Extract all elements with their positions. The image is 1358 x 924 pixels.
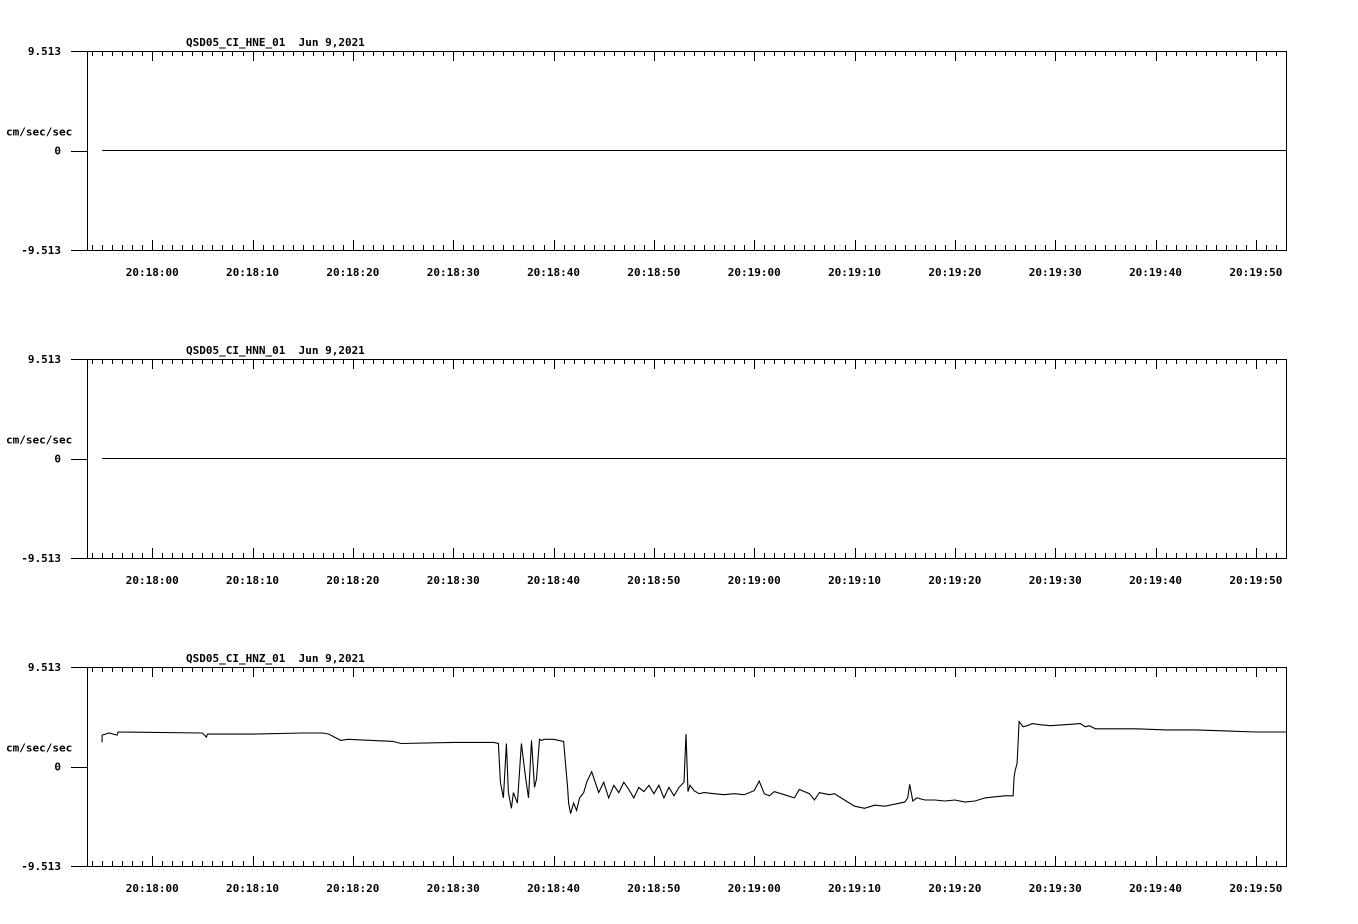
x-tick-label: 20:19:30 xyxy=(1029,882,1082,895)
x-tick-label: 20:18:00 xyxy=(126,882,179,895)
panel-title: QSD05_CI_HNN_01 Jun 9,2021 xyxy=(186,344,365,357)
seismogram-figure: QSD05_CI_HNE_01 Jun 9,2021 cm/sec/sec 9.51… xyxy=(6,36,1287,895)
x-tick-label: 20:18:10 xyxy=(226,266,279,279)
y-axis-unit-label: cm/sec/sec xyxy=(6,434,72,447)
y-tick-label: -9.513 xyxy=(21,244,61,257)
x-tick-label: 20:19:50 xyxy=(1229,266,1282,279)
x-tick-label: 20:19:10 xyxy=(828,574,881,587)
x-tick-label: 20:18:40 xyxy=(527,882,580,895)
panel-title: QSD05_CI_HNZ_01 Jun 9,2021 xyxy=(186,652,365,665)
x-tick-label: 20:18:50 xyxy=(627,882,680,895)
x-tick-label: 20:18:50 xyxy=(627,266,680,279)
x-tick-label: 20:18:20 xyxy=(326,266,379,279)
x-tick-label: 20:18:40 xyxy=(527,266,580,279)
x-tick-label: 20:18:50 xyxy=(627,574,680,587)
y-tick-label: 0 xyxy=(54,453,61,466)
waveform-trace xyxy=(101,719,1286,814)
x-tick-label: 20:18:30 xyxy=(427,266,480,279)
x-tick-label: 20:19:30 xyxy=(1029,266,1082,279)
y-tick-label: 9.513 xyxy=(28,353,61,366)
x-tick-label: 20:19:00 xyxy=(728,266,781,279)
x-tick-label: 20:19:00 xyxy=(728,574,781,587)
x-tick-label: 20:19:40 xyxy=(1129,574,1182,587)
x-tick-label: 20:19:20 xyxy=(928,266,981,279)
x-tick-label: 20:18:10 xyxy=(226,574,279,587)
seismogram-panel-3: QSD05_CI_HNZ_01 Jun 9,2021 cm/sec/sec 9.51… xyxy=(6,652,1287,895)
x-tick-label: 20:18:30 xyxy=(427,882,480,895)
x-tick-label: 20:18:30 xyxy=(427,574,480,587)
x-tick-label: 20:19:20 xyxy=(928,574,981,587)
x-tick-label: 20:18:00 xyxy=(126,574,179,587)
y-tick-label: 0 xyxy=(54,761,61,774)
y-tick-label: 0 xyxy=(54,145,61,158)
seismogram-panel-1: QSD05_CI_HNE_01 Jun 9,2021 cm/sec/sec 9.51… xyxy=(6,36,1287,279)
y-axis-unit-label: cm/sec/sec xyxy=(6,742,72,755)
x-tick-label: 20:19:10 xyxy=(828,882,881,895)
y-tick-label: -9.513 xyxy=(21,860,61,873)
x-tick-label: 20:18:20 xyxy=(326,574,379,587)
y-tick-label: 9.513 xyxy=(28,661,61,674)
x-tick-label: 20:19:20 xyxy=(928,882,981,895)
x-tick-label: 20:18:10 xyxy=(226,882,279,895)
panel-title: QSD05_CI_HNE_01 Jun 9,2021 xyxy=(186,36,365,49)
seismogram-panel-2: QSD05_CI_HNN_01 Jun 9,2021 cm/sec/sec 9.51… xyxy=(6,344,1287,587)
y-tick-label: -9.513 xyxy=(21,552,61,565)
y-axis-unit-label: cm/sec/sec xyxy=(6,126,72,139)
y-tick-label: 9.513 xyxy=(28,45,61,58)
x-tick-label: 20:19:30 xyxy=(1029,574,1082,587)
x-tick-label: 20:18:00 xyxy=(126,266,179,279)
x-tick-label: 20:19:40 xyxy=(1129,882,1182,895)
x-tick-label: 20:19:10 xyxy=(828,266,881,279)
x-tick-label: 20:18:20 xyxy=(326,882,379,895)
x-tick-label: 20:19:40 xyxy=(1129,266,1182,279)
x-tick-label: 20:18:40 xyxy=(527,574,580,587)
x-tick-label: 20:19:50 xyxy=(1229,574,1282,587)
x-tick-label: 20:19:50 xyxy=(1229,882,1282,895)
x-tick-label: 20:19:00 xyxy=(728,882,781,895)
